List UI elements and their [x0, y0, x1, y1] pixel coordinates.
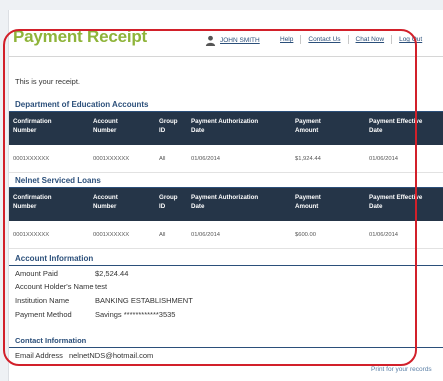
info-label: Institution Name — [15, 296, 70, 305]
log-out-link[interactable]: Log Out — [392, 36, 429, 43]
payment-amount-cell: $600.00 — [291, 221, 365, 249]
institution-row: Institution Name BANKING ESTABLISHMENT — [15, 296, 193, 305]
table-row: 0001XXXXXX 0001XXXXXX All 01/06/2014 $60… — [9, 221, 443, 249]
info-value: $2,524.44 — [95, 269, 129, 278]
education-table: Confirmation Number Account Number Group ID… — [9, 112, 443, 173]
info-label: Amount Paid — [15, 269, 58, 278]
user-icon — [205, 35, 216, 46]
section-divider — [9, 265, 443, 266]
page-header: Payment Receipt JOHN SMITH Help Contact … — [9, 10, 443, 56]
help-link[interactable]: Help — [273, 36, 300, 43]
education-section-title: Department of Education Accounts — [15, 100, 149, 109]
group-id-cell: All — [155, 221, 187, 249]
payment-method-row: Payment Method Savings ************3535 — [15, 310, 175, 319]
account-number-cell: 0001XXXXXX — [89, 145, 155, 173]
info-value: Savings ************3535 — [95, 310, 176, 319]
top-nav: Help Contact Us Chat Now Log Out — [273, 35, 429, 44]
authorization-date-cell: 01/06/2014 — [187, 145, 291, 173]
table-header-row: Confirmation Number Account Number Group ID… — [9, 112, 443, 145]
chat-now-link[interactable]: Chat Now — [349, 36, 392, 43]
info-label: Email Address — [15, 351, 63, 360]
column-header: Group ID — [155, 112, 187, 145]
user-name-link[interactable]: JOHN SMITH — [220, 37, 260, 44]
page-title: Payment Receipt — [13, 27, 147, 46]
receipt-page: Payment Receipt JOHN SMITH Help Contact … — [8, 10, 443, 381]
account-section-title: Account Information — [15, 254, 94, 263]
column-header: Confirmation Number — [9, 188, 89, 221]
payment-amount-cell: $1,924.44 — [291, 145, 365, 173]
section-divider — [9, 347, 443, 348]
confirmation-number-cell: 0001XXXXXX — [9, 145, 89, 173]
nelnet-section-title: Nelnet Serviced Loans — [15, 176, 101, 185]
info-label: Payment Method — [15, 310, 72, 319]
column-header: Payment Authorization Date — [187, 188, 291, 221]
column-header: Payment Amount — [291, 188, 365, 221]
column-header: Payment Effective Date — [365, 112, 443, 145]
email-row: Email Address nelnetNDS@hotmail.com — [15, 351, 153, 360]
info-label: Account Holder's Name — [15, 282, 94, 291]
account-holder-row: Account Holder's Nametest — [15, 282, 107, 291]
nelnet-table: Confirmation Number Account Number Group ID… — [9, 188, 443, 249]
table-header-row: Confirmation Number Account Number Group ID… — [9, 188, 443, 221]
effective-date-cell: 01/06/2014 — [365, 145, 443, 173]
account-number-cell: 0001XXXXXX — [89, 221, 155, 249]
confirmation-number-cell: 0001XXXXXX — [9, 221, 89, 249]
column-header: Group ID — [155, 188, 187, 221]
group-id-cell: All — [155, 145, 187, 173]
column-header: Confirmation Number — [9, 112, 89, 145]
authorization-date-cell: 01/06/2014 — [187, 221, 291, 249]
receipt-intro: This is your receipt. — [15, 77, 81, 86]
table-row: 0001XXXXXX 0001XXXXXX All 01/06/2014 $1,… — [9, 145, 443, 173]
amount-paid-row: Amount Paid $2,524.44 — [15, 269, 128, 278]
info-value: BANKING ESTABLISHMENT — [95, 296, 193, 305]
column-header: Account Number — [89, 188, 155, 221]
effective-date-cell: 01/06/2014 — [365, 221, 443, 249]
column-header: Payment Effective Date — [365, 188, 443, 221]
header-divider — [9, 56, 443, 57]
column-header: Payment Amount — [291, 112, 365, 145]
info-value: test — [95, 282, 108, 291]
column-header: Account Number — [89, 112, 155, 145]
contact-us-link[interactable]: Contact Us — [301, 36, 347, 43]
email-value: nelnetNDS@hotmail.com — [68, 351, 154, 360]
contact-section-title: Contact Information — [15, 336, 87, 345]
print-link[interactable]: Print for your records — [371, 366, 432, 373]
user-menu[interactable]: JOHN SMITH — [205, 35, 260, 46]
column-header: Payment Authorization Date — [187, 112, 291, 145]
